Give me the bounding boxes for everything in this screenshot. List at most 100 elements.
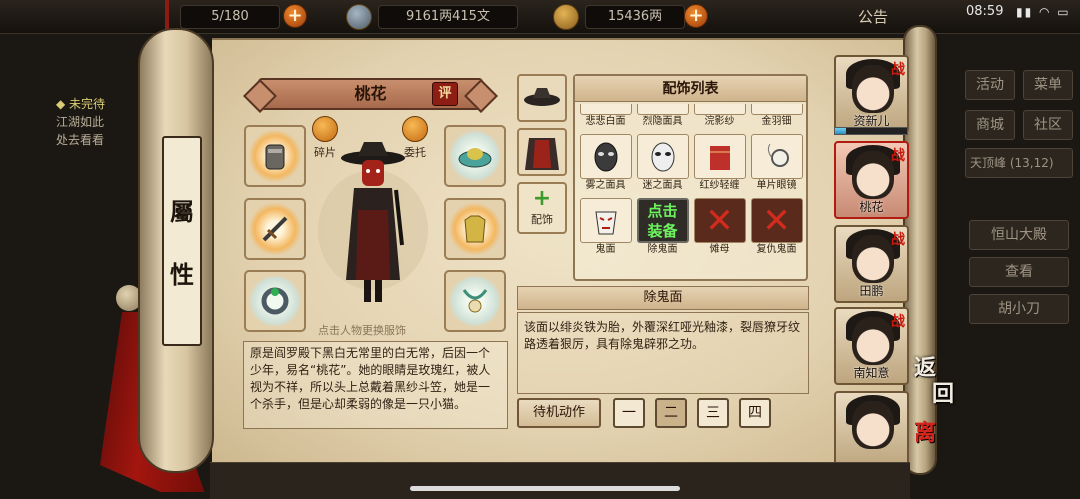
leave-button[interactable]: 离 (914, 418, 966, 478)
equip-prompt-line: 装备 (647, 221, 678, 240)
roster-card[interactable]: 战 南知意 (834, 307, 909, 385)
accessory-name: 单片眼镜 (756, 180, 797, 191)
accessory-item-selected[interactable]: 点击 装备 除鬼面 (635, 198, 690, 258)
locked-x-icon: ✕ (693, 198, 746, 243)
equip-slot-necklace[interactable] (444, 270, 506, 332)
roster-card[interactable] (834, 391, 909, 469)
battle-badge: 战 (891, 232, 905, 248)
clock: 08:59 (966, 4, 1004, 19)
accessory-item-locked[interactable]: ✕ 复仇鬼面 (749, 198, 804, 258)
quest-title: ◆ 未完待 (56, 97, 106, 111)
accessory-slot-hat[interactable] (517, 74, 567, 122)
accessory-row: 雾之面具 迷之面具 红纱轻缠 单片眼镜 (578, 134, 805, 194)
dagger-icon (249, 203, 301, 255)
location-name: 天顶峰 (970, 156, 1007, 170)
equip-slot-hat[interactable] (444, 125, 506, 187)
accessory-slot-cloak[interactable] (517, 128, 567, 176)
leave-char: 离 (914, 420, 937, 446)
roster-card[interactable]: 战 田鹏 (834, 225, 909, 303)
accessory-item[interactable]: 悲悲白面 (578, 104, 633, 130)
accessory-item[interactable]: 红纱轻缠 (692, 134, 747, 194)
menu-community-button[interactable]: 社区 (1023, 110, 1073, 140)
change-outfit-hint: 点击人物更换服饰 (318, 324, 406, 337)
accessory-item[interactable]: 迷之面具 (635, 134, 690, 194)
plus-icon: + (532, 186, 552, 211)
tab-char: 性 (170, 260, 194, 289)
silver-plus-button[interactable]: + (684, 4, 708, 28)
rate-button[interactable]: 评 (432, 82, 458, 106)
accessory-item[interactable]: 雾之面具 (578, 134, 633, 194)
roster-name: 南知意 (853, 366, 890, 380)
menu-shop-button[interactable]: 商城 (965, 110, 1015, 140)
background-side-menu: 活动 菜单 商城 社区 天顶峰 (13,12) 恒山大殿 查看 胡小刀 (955, 60, 1080, 480)
idle-option-button[interactable]: 三 (697, 398, 729, 428)
attributes-tab[interactable]: 屬 性 (162, 136, 202, 346)
accessory-quick-slots: + 配饰 (517, 74, 567, 234)
accessory-row: 悲悲白面 烈隐面具 浣影纱 金羽钿 (578, 104, 805, 130)
idle-option-button[interactable]: 一 (613, 398, 645, 428)
menu-activity-button[interactable]: 活动 (965, 70, 1015, 100)
hat-icon (449, 130, 501, 182)
equip-prompt[interactable]: 点击 装备 (636, 198, 689, 243)
monocle-icon (750, 134, 803, 179)
accessory-item[interactable]: 浣影纱 (692, 104, 747, 130)
equip-slot-armor[interactable] (444, 198, 506, 260)
equip-slot-weapon[interactable] (244, 198, 306, 260)
character-biography: 原是阎罗殿下黑白无常里的白无常，后因一个少年，易名“桃花”。她的眼睛是玫瑰红，被… (243, 341, 508, 429)
accessory-item[interactable]: 鬼面 (578, 198, 633, 258)
selected-accessory-description: 该面以绯炎铁为胎，外覆深红哑光釉漆，裂唇獠牙纹路透着狠厉，具有除鬼辟邪之功。 (517, 312, 809, 394)
white-mask-icon (636, 134, 689, 179)
idle-option-button-selected[interactable]: 二 (655, 398, 687, 428)
accessory-item[interactable]: 烈隐面具 (635, 104, 690, 130)
roster-card-selected[interactable]: 战 桃花 (834, 141, 909, 219)
idle-animation-label: 待机动作 (517, 398, 601, 428)
accessory-item-locked[interactable]: ✕ 傩母 (692, 198, 747, 258)
cloak-icon (525, 138, 559, 170)
copper-counter: 9161两415文 (378, 5, 518, 29)
accessory-list-panel: 配饰列表 悲悲白面 烈隐面具 浣影纱 金羽钿 雾之面具 迷之面具 红纱轻缠 单片… (573, 74, 808, 281)
return-button[interactable]: 返 回 (914, 355, 966, 415)
capacity-text: 5/180 (211, 9, 249, 24)
place-button[interactable]: 恒山大殿 (969, 220, 1069, 250)
equip-slot-gauntlet[interactable] (244, 125, 306, 187)
mask-icon (579, 104, 632, 115)
place-button[interactable]: 查看 (969, 257, 1069, 287)
menu-main-button[interactable]: 菜单 (1023, 70, 1073, 100)
copper-text: 9161两415文 (406, 9, 490, 24)
silver-counter: 15436两 (585, 5, 685, 29)
accessory-name: 雾之面具 (585, 180, 626, 191)
portrait-icon (852, 235, 894, 283)
battle-badge: 战 (891, 148, 905, 164)
selected-accessory-title: 除鬼面 (517, 286, 809, 310)
portrait-icon (852, 65, 894, 113)
place-button[interactable]: 胡小刀 (969, 294, 1069, 324)
notice-button[interactable]: 公告 (858, 6, 888, 27)
tab-char: 屬 (170, 197, 194, 226)
quest-tracker[interactable]: ◆ 未完待 江湖如此 处去看看 (56, 95, 105, 149)
device-status-icons: ▮▮ ◠ ▭ (1016, 5, 1071, 19)
bamboo-hat-icon (524, 88, 560, 106)
equip-slot-ring[interactable] (244, 270, 306, 332)
accessory-grid[interactable]: 悲悲白面 烈隐面具 浣影纱 金羽钿 雾之面具 迷之面具 红纱轻缠 单片眼镜 鬼面… (578, 104, 805, 280)
accessory-item[interactable]: 单片眼镜 (749, 134, 804, 194)
accessory-item[interactable]: 金羽钿 (749, 104, 804, 130)
add-accessory-button[interactable]: + 配饰 (517, 182, 567, 234)
return-char: 回 (932, 381, 955, 407)
masked-assassin-figure (318, 142, 428, 302)
accessory-row: 鬼面 点击 装备 除鬼面 ✕ 傩母 ✕ 复仇鬼面 (578, 198, 805, 258)
red-veil-icon (693, 134, 746, 179)
accessory-name: 烈隐面具 (642, 116, 683, 127)
amulet-icon (449, 275, 501, 327)
idle-option-button[interactable]: 四 (739, 398, 771, 428)
capacity-plus-button[interactable]: + (283, 4, 307, 28)
capacity-counter: 5/180 (180, 5, 280, 29)
hairpin-icon (750, 104, 803, 115)
home-indicator[interactable] (410, 486, 680, 491)
mask-icon (636, 104, 689, 115)
character-figure[interactable] (318, 130, 428, 315)
roster-hp-fill (835, 128, 846, 134)
roster-card[interactable]: 战 资新儿 (834, 55, 909, 133)
roster-name: 田鹏 (859, 284, 884, 298)
accessory-name: 鬼面 (595, 244, 616, 255)
return-char: 返 (914, 355, 937, 381)
